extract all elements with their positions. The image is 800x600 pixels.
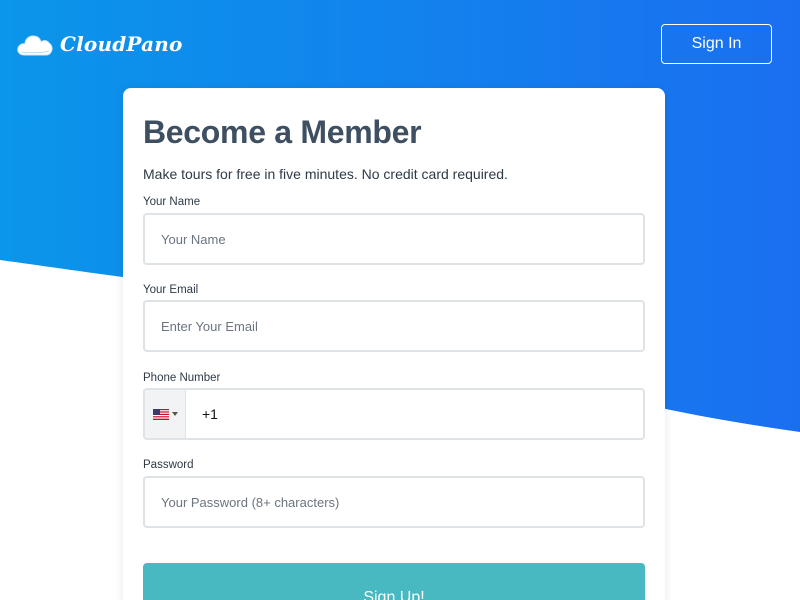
phone-label: Phone Number (143, 372, 221, 384)
us-flag-icon (152, 408, 169, 420)
page-subtitle: Make tours for free in five minutes. No … (143, 166, 508, 182)
name-label: Your Name (143, 196, 201, 208)
email-input[interactable] (143, 300, 645, 352)
password-input[interactable] (143, 476, 645, 528)
email-label: Your Email (143, 284, 199, 296)
sign-in-button[interactable]: Sign In (661, 24, 772, 64)
phone-input[interactable] (186, 390, 643, 438)
signup-page: CloudPano Sign In Become a Member Make t… (0, 0, 800, 600)
brand-logo[interactable]: CloudPano (16, 31, 183, 57)
brand-name: CloudPano (60, 32, 183, 56)
name-input[interactable] (143, 213, 645, 265)
signup-card: Become a Member Make tours for free in f… (123, 88, 665, 600)
sign-up-button[interactable]: Sign Up! (143, 563, 645, 600)
page-title: Become a Member (143, 114, 422, 150)
country-code-select[interactable] (145, 390, 186, 438)
phone-field (143, 388, 645, 440)
cloud-icon (17, 35, 53, 56)
chevron-down-icon (171, 412, 178, 416)
top-navigation: CloudPano Sign In (0, 0, 800, 88)
password-label: Password (143, 459, 194, 471)
